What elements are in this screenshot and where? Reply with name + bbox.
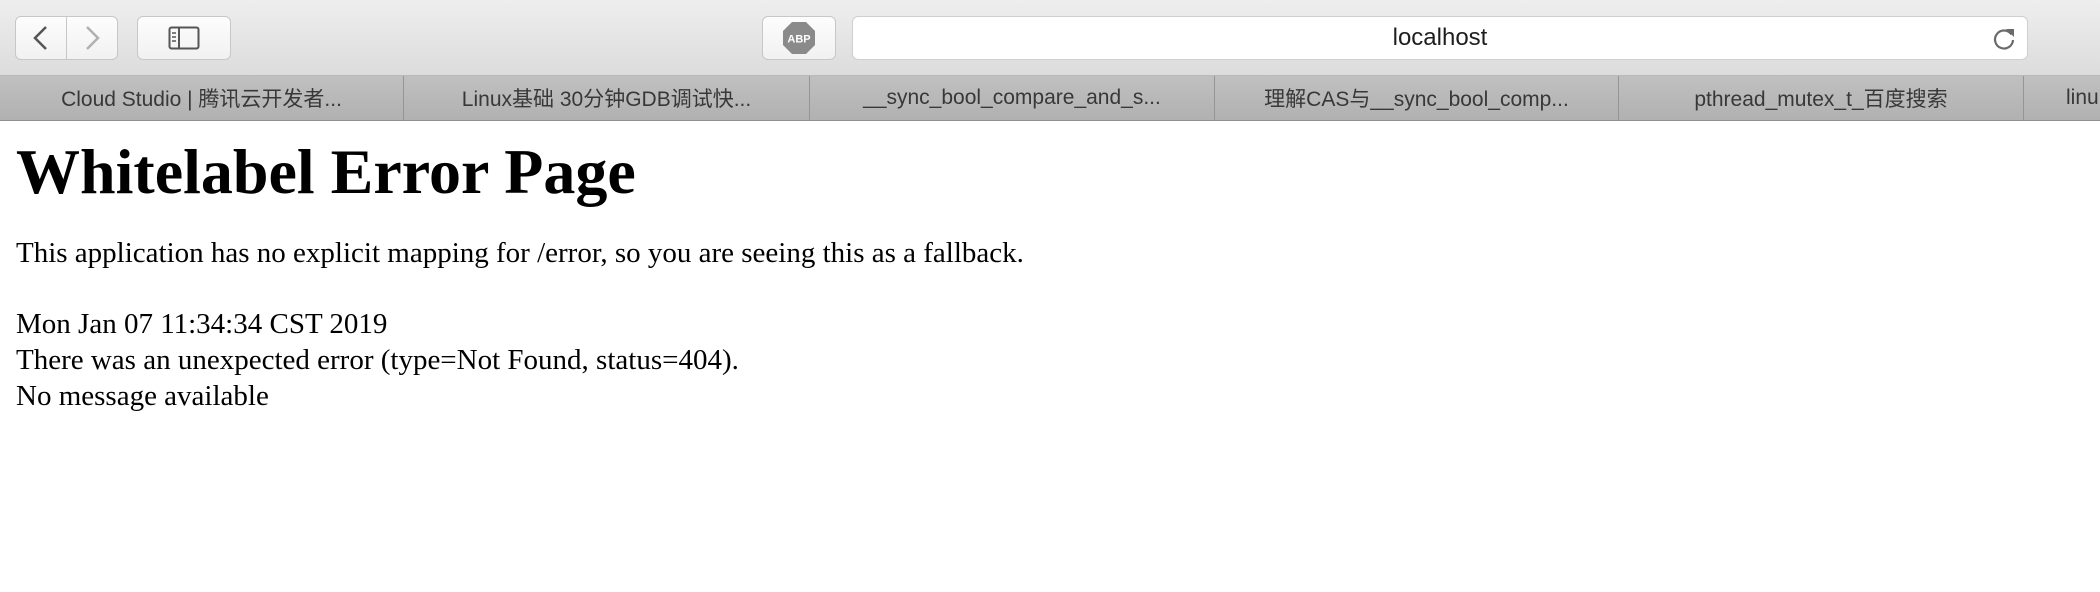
error-timestamp: Mon Jan 07 11:34:34 CST 2019 (16, 307, 388, 340)
page-title: Whitelabel Error Page (16, 136, 636, 207)
chevron-left-icon (33, 26, 47, 50)
tab-cloud-studio[interactable]: Cloud Studio | 腾讯云开发者... (0, 76, 404, 120)
error-description: This application has no explicit mapping… (16, 236, 1024, 269)
tab-label: pthread_mutex_t_百度搜索 (1694, 88, 1948, 111)
tab-sync-bool-compare[interactable]: __sync_bool_compare_and_s... (810, 76, 1215, 120)
tab-linux-gdb[interactable]: Linux基础 30分钟GDB调试快... (404, 76, 810, 120)
tab-label: Cloud Studio | 腾讯云开发者... (61, 88, 342, 111)
adblock-icon: ABP (783, 22, 815, 54)
tab-pthread-mutex[interactable]: pthread_mutex_t_百度搜索 (1619, 76, 2024, 120)
sidebar-icon (168, 26, 200, 50)
tab-linux[interactable]: linu (2024, 76, 2100, 120)
back-button[interactable] (15, 16, 67, 60)
error-message: No message available (16, 379, 269, 412)
adblock-label: ABP (787, 34, 810, 46)
tab-label: __sync_bool_compare_and_s... (863, 86, 1161, 109)
page-content: Whitelabel Error Page This application h… (0, 135, 2100, 414)
tab-label: 理解CAS与__sync_bool_comp... (1264, 88, 1569, 111)
chevron-right-icon (86, 26, 100, 50)
sidebar-button[interactable] (137, 16, 231, 60)
address-bar[interactable]: localhost (852, 16, 2028, 60)
tab-label: linu (2066, 86, 2099, 109)
browser-toolbar: ABP localhost (0, 0, 2100, 76)
tab-bar: Cloud Studio | 腾讯云开发者... Linux基础 30分钟GDB… (0, 76, 2100, 121)
adblock-button[interactable]: ABP (762, 16, 836, 60)
error-status: There was an unexpected error (type=Not … (16, 343, 739, 376)
tab-label: Linux基础 30分钟GDB调试快... (461, 88, 752, 111)
address-text: localhost (1392, 24, 1488, 51)
reload-icon[interactable] (1991, 26, 2017, 52)
tab-cas[interactable]: 理解CAS与__sync_bool_comp... (1215, 76, 1619, 120)
forward-button[interactable] (66, 16, 118, 60)
